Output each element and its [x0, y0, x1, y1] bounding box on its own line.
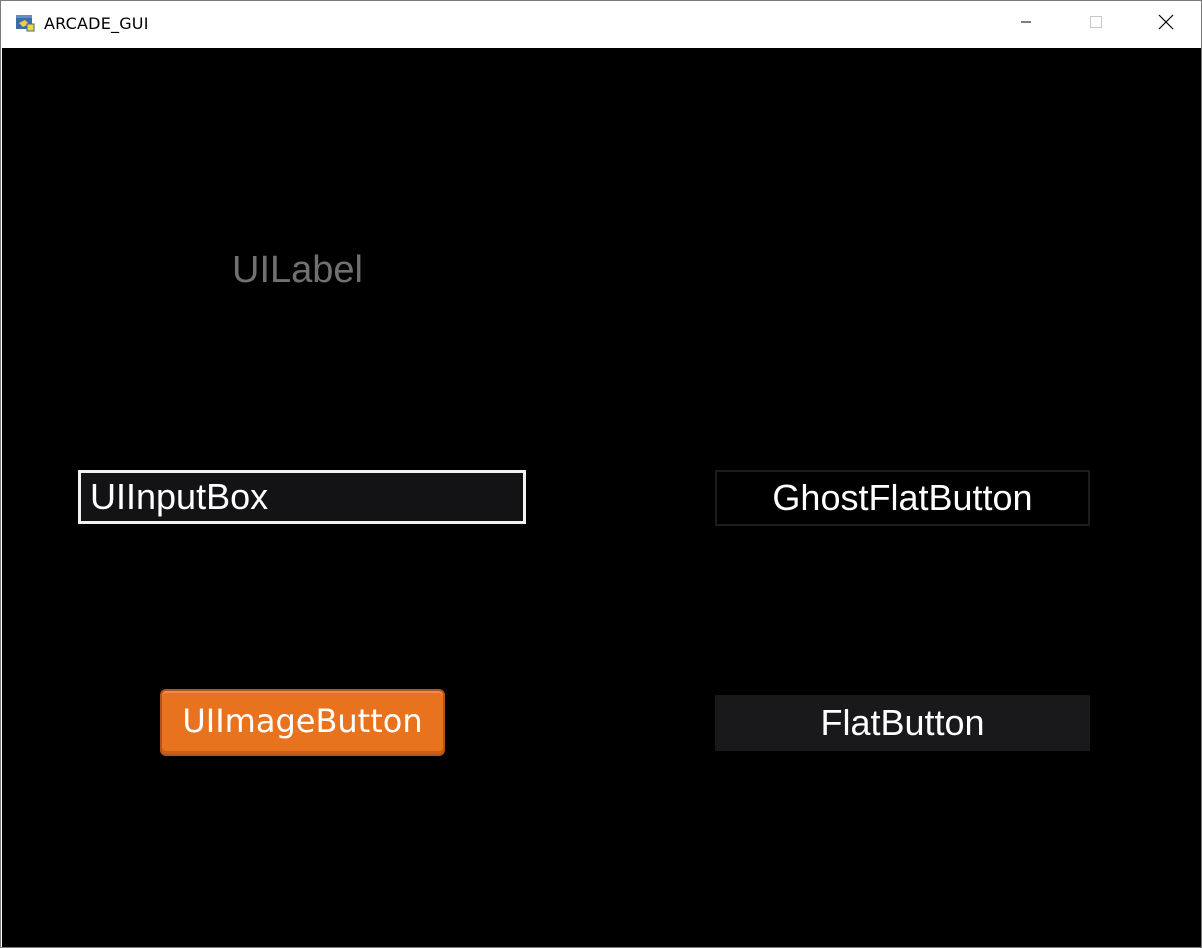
- app-window: ARCADE_GUI UILabel UIInputBox GhostFlatB…: [0, 0, 1202, 948]
- game-canvas: UILabel UIInputBox GhostFlatButton UIIma…: [2, 48, 1201, 947]
- flat-button[interactable]: FlatButton: [715, 695, 1090, 751]
- close-button[interactable]: [1131, 1, 1201, 47]
- ui-image-button-label: UIImageButton: [182, 701, 423, 740]
- ghost-flat-button-label: GhostFlatButton: [772, 477, 1033, 518]
- ui-input-box[interactable]: UIInputBox: [78, 470, 526, 524]
- close-icon: [1158, 14, 1174, 35]
- maximize-icon: [1089, 15, 1103, 34]
- flat-button-label: FlatButton: [820, 702, 985, 743]
- minimize-icon: [1020, 15, 1032, 33]
- ui-label: UILabel: [232, 249, 363, 291]
- title-bar[interactable]: ARCADE_GUI: [1, 1, 1201, 47]
- ui-image-button[interactable]: UIImageButton: [160, 689, 445, 756]
- minimize-button[interactable]: [991, 1, 1061, 47]
- python-app-icon: [15, 14, 35, 32]
- ghost-flat-button[interactable]: GhostFlatButton: [715, 470, 1090, 526]
- maximize-button[interactable]: [1061, 1, 1131, 47]
- window-title: ARCADE_GUI: [44, 14, 149, 33]
